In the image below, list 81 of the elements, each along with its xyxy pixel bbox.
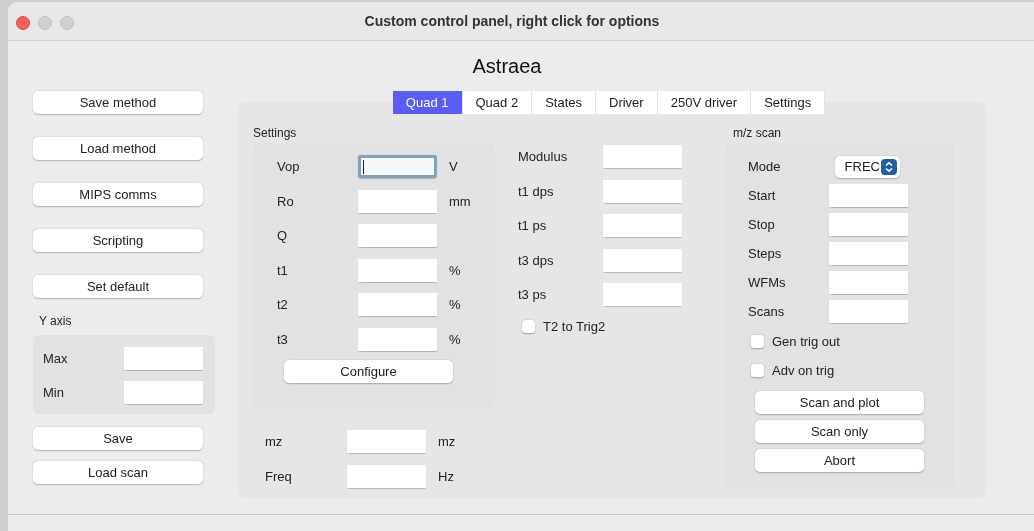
input-field[interactable]: [603, 248, 682, 272]
mode-dropdown[interactable]: FREC: [835, 155, 900, 178]
group-title: Settings: [253, 126, 298, 140]
unit-label: V: [449, 159, 458, 174]
action-button[interactable]: Save: [33, 427, 203, 450]
tab[interactable]: 250V driver: [657, 91, 752, 114]
field-label: Freq: [265, 469, 293, 484]
field-label: t1 ps: [518, 218, 548, 233]
input-field[interactable]: [347, 430, 426, 453]
action-button[interactable]: Save method: [33, 91, 203, 114]
tab[interactable]: Quad 2: [462, 91, 533, 114]
input-field[interactable]: [603, 145, 682, 168]
unit-label: %: [449, 331, 461, 347]
input-field[interactable]: [358, 293, 437, 316]
tab[interactable]: Settings: [751, 91, 826, 114]
input-field[interactable]: [358, 224, 437, 247]
minimize-button[interactable]: [38, 16, 52, 30]
field-label: Ro: [277, 193, 295, 209]
field-label: t3 dps: [518, 252, 555, 268]
input-field[interactable]: [358, 189, 437, 213]
checkbox[interactable]: [751, 334, 764, 348]
field-label: WFMs: [748, 275, 787, 290]
field-label: Q: [277, 228, 289, 243]
field-label: Max: [43, 351, 68, 366]
tab[interactable]: Quad 1: [392, 91, 463, 114]
field-label: Scans: [748, 304, 786, 319]
field-label: Modulus: [518, 149, 569, 164]
field-label: Min: [43, 385, 64, 400]
unit-label: %: [449, 297, 461, 312]
tab[interactable]: Driver: [596, 91, 658, 114]
input-field[interactable]: [829, 242, 908, 265]
input-field[interactable]: [829, 184, 908, 207]
field-label: Mode: [748, 159, 782, 174]
stepper-icon: [881, 158, 897, 175]
field-label: mz: [265, 434, 284, 449]
checkbox[interactable]: [522, 320, 535, 333]
input-field[interactable]: [603, 214, 682, 237]
field-label: t1 dps: [518, 183, 555, 199]
action-button[interactable]: Abort: [755, 449, 924, 472]
action-button[interactable]: Set default: [33, 275, 203, 298]
unit-label: Hz: [438, 469, 454, 484]
checkbox[interactable]: [751, 363, 764, 377]
unit-label: mz: [438, 434, 456, 449]
action-button[interactable]: Scan only: [755, 420, 924, 443]
input-field[interactable]: [358, 327, 437, 351]
action-button[interactable]: MIPS comms: [33, 183, 203, 206]
tab[interactable]: States: [532, 91, 596, 114]
input-field[interactable]: [829, 300, 908, 323]
input-field[interactable]: [603, 179, 682, 203]
input-field[interactable]: [603, 283, 682, 306]
field-label: t1: [277, 262, 289, 278]
action-button[interactable]: Scan and plot: [755, 391, 924, 414]
action-button[interactable]: Load scan: [33, 461, 203, 484]
input-field[interactable]: [124, 381, 203, 404]
input-field[interactable]: [347, 465, 426, 488]
close-button[interactable]: [16, 16, 30, 30]
window-title: Custom control panel, right click for options: [364, 13, 660, 29]
group-title: Y axis: [39, 314, 73, 328]
input-field[interactable]: [358, 155, 437, 178]
checkbox-label: Gen trig out: [772, 333, 840, 349]
field-label: t3: [277, 331, 289, 347]
action-button[interactable]: Load method: [33, 137, 203, 160]
checkbox-label: Adv on trig: [772, 362, 835, 378]
checkbox-label: T2 to Trig2: [543, 319, 606, 334]
input-field[interactable]: [829, 213, 908, 236]
field-label: Vop: [277, 159, 301, 174]
unit-label: %: [449, 262, 461, 278]
unit-label: mm: [449, 193, 471, 209]
input-field[interactable]: [124, 347, 203, 370]
input-field[interactable]: [358, 258, 437, 282]
group-title: m/z scan: [733, 126, 782, 140]
configure-button[interactable]: Configure: [284, 360, 453, 383]
panel-heading: Astraea: [472, 54, 542, 78]
field-label: Steps: [748, 246, 783, 261]
field-label: Start: [748, 188, 777, 203]
field-label: t2: [277, 297, 289, 312]
action-button[interactable]: Scripting: [33, 229, 203, 252]
input-field[interactable]: [829, 271, 908, 294]
field-label: Stop: [748, 217, 776, 232]
zoom-button[interactable]: [60, 16, 74, 30]
field-label: t3 ps: [518, 287, 548, 302]
